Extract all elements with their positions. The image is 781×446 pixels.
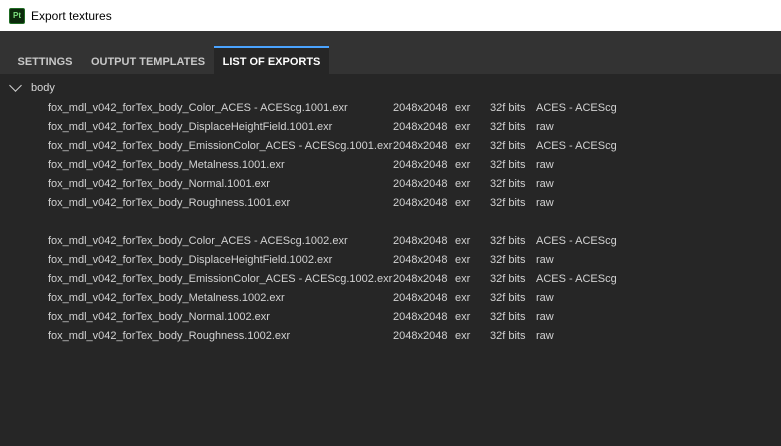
- export-file-name: fox_mdl_v042_forTex_body_Roughness.1002.…: [48, 330, 291, 342]
- export-format: exr: [455, 311, 471, 323]
- table-row[interactable]: fox_mdl_v042_forTex_body_DisplaceHeightF…: [0, 118, 781, 137]
- export-file-name: fox_mdl_v042_forTex_body_Color_ACES - AC…: [48, 235, 348, 247]
- export-format: exr: [455, 330, 471, 342]
- export-format: exr: [455, 178, 471, 190]
- tab-bar: SETTINGS OUTPUT TEMPLATES LIST OF EXPORT…: [0, 31, 781, 76]
- export-bit-depth: 32f bits: [490, 235, 526, 247]
- export-file-name: fox_mdl_v042_forTex_body_DisplaceHeightF…: [48, 254, 333, 266]
- export-resolution: 2048x2048: [393, 178, 448, 190]
- export-file-name: fox_mdl_v042_forTex_body_Normal.1001.exr: [48, 178, 270, 190]
- export-bit-depth: 32f bits: [490, 121, 526, 133]
- export-colorspace: raw: [536, 311, 554, 323]
- export-list: body fox_mdl_v042_forTex_body_Color_ACES…: [0, 74, 781, 446]
- tab-list-of-exports[interactable]: LIST OF EXPORTS: [214, 46, 329, 76]
- table-row[interactable]: fox_mdl_v042_forTex_body_Metalness.1001.…: [0, 156, 781, 175]
- export-bit-depth: 32f bits: [490, 311, 526, 323]
- export-colorspace: raw: [536, 292, 554, 304]
- export-colorspace: raw: [536, 159, 554, 171]
- export-format: exr: [455, 102, 471, 114]
- export-resolution: 2048x2048: [393, 102, 448, 114]
- group-header-body[interactable]: body: [8, 79, 55, 96]
- export-colorspace: raw: [536, 254, 554, 266]
- table-row[interactable]: fox_mdl_v042_forTex_body_Color_ACES - AC…: [0, 232, 781, 251]
- export-resolution: 2048x2048: [393, 330, 448, 342]
- export-resolution: 2048x2048: [393, 121, 448, 133]
- export-colorspace: ACES - ACEScg: [536, 102, 617, 114]
- export-file-name: fox_mdl_v042_forTex_body_Normal.1002.exr: [48, 311, 270, 323]
- export-colorspace: raw: [536, 330, 554, 342]
- table-row[interactable]: fox_mdl_v042_forTex_body_EmissionColor_A…: [0, 270, 781, 289]
- export-bit-depth: 32f bits: [490, 140, 526, 152]
- export-bit-depth: 32f bits: [490, 292, 526, 304]
- export-format: exr: [455, 159, 471, 171]
- group-label: body: [31, 82, 55, 94]
- export-format: exr: [455, 121, 471, 133]
- table-row[interactable]: fox_mdl_v042_forTex_body_Normal.1002.exr…: [0, 308, 781, 327]
- export-format: exr: [455, 273, 471, 285]
- table-row[interactable]: fox_mdl_v042_forTex_body_Roughness.1002.…: [0, 327, 781, 346]
- export-format: exr: [455, 197, 471, 209]
- table-row[interactable]: fox_mdl_v042_forTex_body_DisplaceHeightF…: [0, 251, 781, 270]
- export-colorspace: raw: [536, 121, 554, 133]
- export-resolution: 2048x2048: [393, 235, 448, 247]
- export-file-name: fox_mdl_v042_forTex_body_Roughness.1001.…: [48, 197, 291, 209]
- export-bit-depth: 32f bits: [490, 273, 526, 285]
- tab-output-templates[interactable]: OUTPUT TEMPLATES: [82, 48, 214, 74]
- export-resolution: 2048x2048: [393, 197, 448, 209]
- title-bar: Pt Export textures: [0, 0, 781, 31]
- painter-app-icon: Pt: [9, 7, 25, 24]
- export-resolution: 2048x2048: [393, 159, 448, 171]
- export-format: exr: [455, 235, 471, 247]
- export-file-name: fox_mdl_v042_forTex_body_DisplaceHeightF…: [48, 121, 333, 133]
- export-resolution: 2048x2048: [393, 292, 448, 304]
- table-row[interactable]: fox_mdl_v042_forTex_body_Color_ACES - AC…: [0, 99, 781, 118]
- export-file-name: fox_mdl_v042_forTex_body_EmissionColor_A…: [48, 273, 393, 285]
- export-file-name: fox_mdl_v042_forTex_body_Metalness.1002.…: [48, 292, 285, 304]
- export-bit-depth: 32f bits: [490, 102, 526, 114]
- tab-settings[interactable]: SETTINGS: [8, 48, 82, 74]
- export-file-name: fox_mdl_v042_forTex_body_Metalness.1001.…: [48, 159, 285, 171]
- export-colorspace: raw: [536, 178, 554, 190]
- export-format: exr: [455, 292, 471, 304]
- table-row[interactable]: fox_mdl_v042_forTex_body_Normal.1001.exr…: [0, 175, 781, 194]
- export-file-name: fox_mdl_v042_forTex_body_Color_ACES - AC…: [48, 102, 348, 114]
- export-bit-depth: 32f bits: [490, 197, 526, 209]
- export-format: exr: [455, 254, 471, 266]
- export-file-name: fox_mdl_v042_forTex_body_EmissionColor_A…: [48, 140, 393, 152]
- chevron-down-icon[interactable]: [9, 79, 22, 92]
- export-bit-depth: 32f bits: [490, 159, 526, 171]
- export-bit-depth: 32f bits: [490, 178, 526, 190]
- export-colorspace: ACES - ACEScg: [536, 273, 617, 285]
- table-row[interactable]: fox_mdl_v042_forTex_body_EmissionColor_A…: [0, 137, 781, 156]
- export-resolution: 2048x2048: [393, 273, 448, 285]
- export-resolution: 2048x2048: [393, 311, 448, 323]
- export-bit-depth: 32f bits: [490, 330, 526, 342]
- export-resolution: 2048x2048: [393, 140, 448, 152]
- export-format: exr: [455, 140, 471, 152]
- export-resolution: 2048x2048: [393, 254, 448, 266]
- export-colorspace: ACES - ACEScg: [536, 235, 617, 247]
- export-colorspace: ACES - ACEScg: [536, 140, 617, 152]
- export-bit-depth: 32f bits: [490, 254, 526, 266]
- window-title: Export textures: [31, 8, 112, 23]
- table-row[interactable]: fox_mdl_v042_forTex_body_Roughness.1001.…: [0, 194, 781, 213]
- table-row[interactable]: fox_mdl_v042_forTex_body_Metalness.1002.…: [0, 289, 781, 308]
- export-colorspace: raw: [536, 197, 554, 209]
